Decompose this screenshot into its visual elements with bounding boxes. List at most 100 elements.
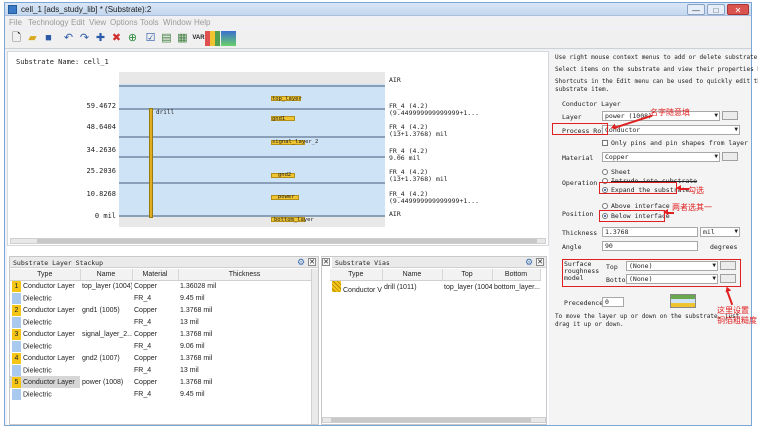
table-row[interactable]: Conductor Via drill (1011) top_layer (10…	[330, 280, 540, 294]
col-name[interactable]: Name	[80, 269, 133, 281]
undo-icon[interactable]: ↶	[61, 31, 76, 46]
table-row[interactable]: 1 Conductor Layer top_layer (1004) Copper 1.…	[10, 280, 311, 292]
conductor-label: gnd1	[272, 116, 286, 122]
substrate-stack	[119, 72, 385, 227]
stackup-vertical-scrollbar[interactable]	[311, 269, 318, 424]
col-type[interactable]: Type	[330, 269, 383, 281]
check-icon[interactable]: ☑	[143, 31, 158, 46]
material-cell: FR_4	[134, 342, 152, 350]
close-panel-icon[interactable]: ✕	[536, 258, 544, 266]
op-sheet-label: Sheet	[611, 168, 631, 176]
table-row[interactable]: 4 Conductor Layer gnd2 (1007) Copper 1.3768 …	[10, 352, 311, 364]
material-cell: FR_4	[134, 366, 152, 374]
y-label: 34.2636	[86, 146, 116, 154]
table-row[interactable]: Dielectric FR_4 13 mil	[10, 316, 311, 328]
dielectric-label: FR_4 (4.2) (13+1.3768) mil	[389, 123, 448, 138]
close-panel-icon[interactable]: ✕	[322, 258, 330, 266]
scroll-thumb[interactable]	[331, 418, 531, 422]
material-cell: FR_4	[134, 390, 152, 398]
app-window: cell_1 [ads_study_lib] * (Substrate):2 —…	[4, 2, 758, 426]
open-icon[interactable]: ▰	[25, 31, 40, 46]
type-cell: 4 Conductor Layer	[10, 352, 80, 364]
layers-icon[interactable]	[205, 31, 220, 46]
thickness-unit-select[interactable]: mil ▼	[700, 227, 740, 237]
thickness-cell: 9.45 mil	[180, 390, 205, 398]
var-icon[interactable]: VAR	[191, 31, 206, 46]
table-row[interactable]: 2 Conductor Layer gnd1 (1005) Copper 1.3768 …	[10, 304, 311, 316]
layer-label: Layer	[562, 113, 582, 121]
close-button[interactable]: ✕	[727, 4, 749, 15]
window-title: cell_1 [ads_study_lib] * (Substrate):2	[21, 5, 152, 14]
type-cell: Dielectric	[10, 292, 80, 304]
type-cell: Dielectric	[10, 340, 80, 352]
minimize-button[interactable]: —	[687, 4, 705, 15]
close-panel-icon[interactable]: ✕	[308, 258, 316, 266]
new-icon[interactable]: 🗋	[9, 31, 24, 46]
col-material[interactable]: Material	[132, 269, 179, 281]
col-bottom[interactable]: Bottom	[492, 269, 541, 281]
canvas-horizontal-scrollbar[interactable]	[10, 238, 546, 244]
precedence-label: Precedence	[564, 299, 604, 307]
delete-icon[interactable]: ✖	[109, 31, 124, 46]
col-top[interactable]: Top	[442, 269, 493, 281]
substrate-name: Substrate Name: cell_1	[16, 58, 109, 66]
type-text: Conductor Layer	[23, 330, 75, 338]
color-icon[interactable]	[221, 31, 236, 46]
y-label: 10.8268	[86, 190, 116, 198]
table-row[interactable]: 5 Conductor Layer power (1008) Copper 1.3768…	[10, 376, 311, 388]
table-alt-icon[interactable]: ▦	[175, 31, 190, 46]
section-title: Conductor Layer	[562, 100, 621, 108]
help-text: substrate item.	[555, 86, 610, 93]
menu-help[interactable]: Help	[194, 18, 210, 27]
annotation-box-process-role	[552, 123, 608, 135]
vias-horizontal-scrollbar[interactable]	[322, 417, 546, 423]
name-cell: gnd2 (1007)	[82, 354, 120, 362]
menu-tools[interactable]: Tools	[140, 18, 159, 27]
process-role-select[interactable]: Conductor ▼	[602, 125, 740, 135]
thickness-cell: 9.06 mil	[180, 342, 205, 350]
table-row[interactable]: 3 Conductor Layer signal_layer_2... Copper 1…	[10, 328, 311, 340]
thickness-input[interactable]: 1.3768	[602, 227, 698, 237]
menu-technology[interactable]: Technology	[28, 18, 68, 27]
angle-input[interactable]: 90	[602, 241, 698, 251]
menu-window[interactable]: Window	[163, 18, 191, 27]
substrate-canvas[interactable]: Substrate Name: cell_1 AIR AIR 59.4672 4…	[7, 51, 549, 246]
table-row[interactable]: Dielectric FR_4 9.06 mil	[10, 340, 311, 352]
gear-icon[interactable]: ⚙	[524, 257, 534, 267]
col-type[interactable]: Type	[10, 269, 81, 281]
layer-stackup-table: Type Name Material Thickness 1 Conductor …	[10, 269, 312, 400]
insert-icon[interactable]: ✚	[93, 31, 108, 46]
zoom-icon[interactable]: ⊕	[125, 31, 140, 46]
table-row[interactable]: Dielectric FR_4 9.45 mil	[10, 292, 311, 304]
help-text: Select items on the substrate and view t…	[555, 66, 758, 73]
table-row[interactable]: Dielectric FR_4 9.45 mil	[10, 388, 311, 400]
menu-edit[interactable]: Edit	[71, 18, 85, 27]
menu-view[interactable]: View	[89, 18, 106, 27]
menu-options[interactable]: Options	[110, 18, 138, 27]
precedence-spinner[interactable]: 0	[602, 297, 624, 307]
via-drill[interactable]	[149, 108, 153, 218]
app-icon	[8, 5, 17, 14]
layer-browse-button[interactable]	[722, 111, 738, 120]
menu-file[interactable]: File	[9, 18, 22, 27]
name-cell: gnd1 (1005)	[82, 306, 120, 314]
layer-index-badge: 3	[12, 328, 21, 340]
save-icon[interactable]: ■	[41, 31, 56, 46]
gear-icon[interactable]: ⚙	[296, 257, 306, 267]
op-sheet-radio[interactable]	[602, 169, 608, 175]
table-row[interactable]: Dielectric FR_4 13 mil	[10, 364, 311, 376]
maximize-button[interactable]: □	[707, 4, 725, 15]
only-pins-checkbox[interactable]	[602, 140, 608, 146]
col-thickness[interactable]: Thickness	[178, 269, 312, 281]
pos-above-radio[interactable]	[602, 203, 608, 209]
y-label: 48.6404	[86, 123, 116, 131]
redo-icon[interactable]: ↷	[77, 31, 92, 46]
material-select[interactable]: Copper ▼	[602, 152, 720, 162]
material-browse-button[interactable]	[722, 152, 738, 161]
dielectric-label: FR_4 (4.2) (13+1.3768) mil	[389, 168, 448, 183]
col-name[interactable]: Name	[382, 269, 443, 281]
y-label: 59.4672	[86, 102, 116, 110]
scroll-thumb[interactable]	[37, 239, 537, 243]
table-icon[interactable]: ▤	[159, 31, 174, 46]
panel-title: Substrate Vias	[332, 257, 546, 268]
